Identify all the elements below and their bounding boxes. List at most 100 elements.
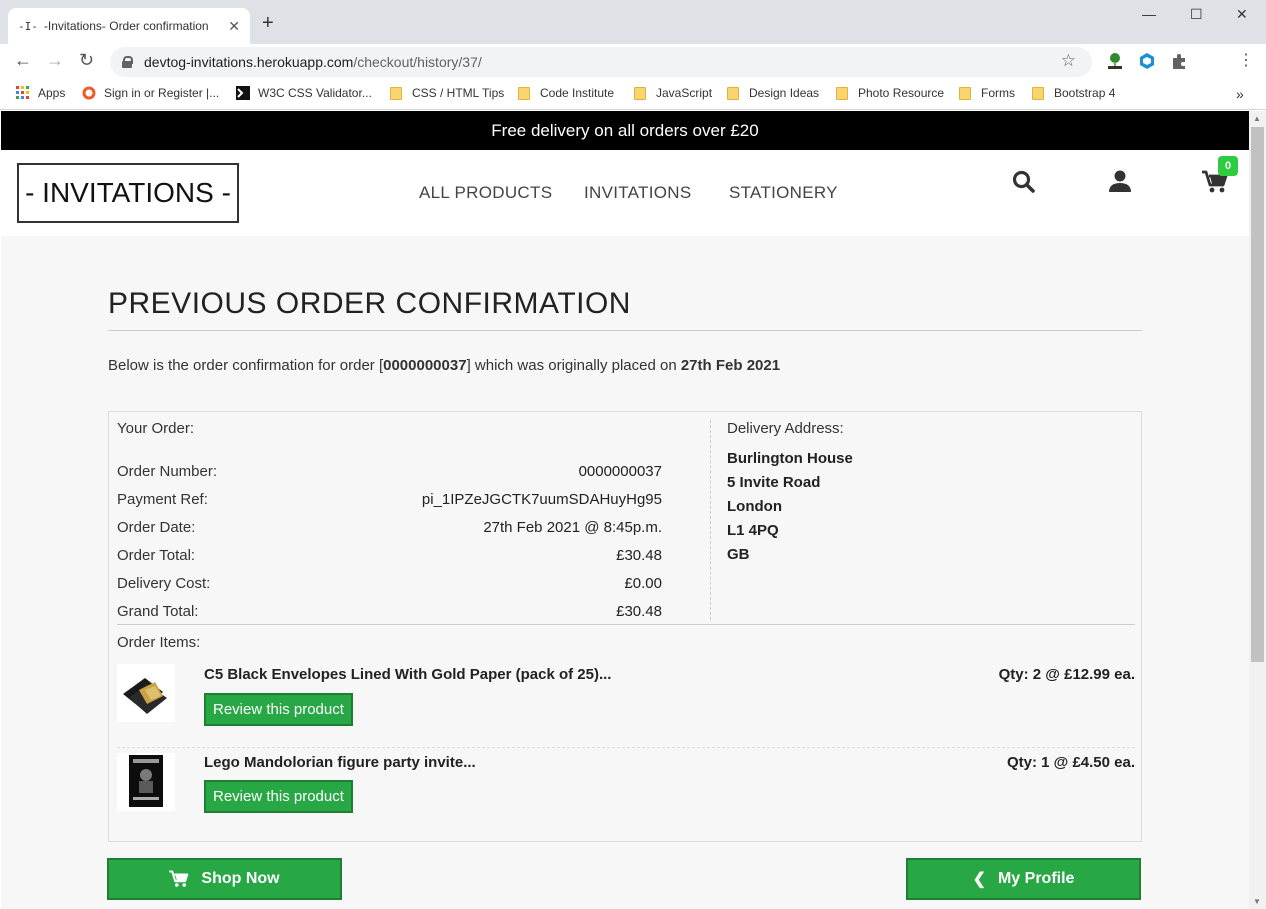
folder-icon xyxy=(727,86,739,100)
maximize-icon[interactable]: ☐ xyxy=(1190,6,1203,23)
apps-grid-icon xyxy=(16,86,29,99)
folder-icon xyxy=(518,86,530,100)
browser-tab[interactable]: -I- -Invitations- Order confirmation ✕ xyxy=(8,8,250,44)
site-logo[interactable]: - INVITATIONS - xyxy=(17,163,239,223)
review-product-button[interactable]: Review this product xyxy=(204,780,353,813)
cart-count-badge: 0 xyxy=(1218,156,1238,176)
bookmark-label: JavaScript xyxy=(656,86,713,100)
bookmarks-overflow[interactable]: » xyxy=(1236,86,1244,102)
web-page: Free delivery on all orders over £20 - I… xyxy=(1,111,1249,909)
folder-icon xyxy=(634,86,646,100)
address-line: GB xyxy=(727,546,750,563)
my-profile-label: My Profile xyxy=(997,870,1075,887)
extensions-puzzle-icon[interactable] xyxy=(1170,52,1188,70)
circle-icon xyxy=(82,86,96,100)
scroll-down-icon[interactable]: ▼ xyxy=(1253,897,1261,906)
back-icon[interactable]: ← xyxy=(14,50,32,71)
bookmark-label: Forms xyxy=(981,86,1015,100)
bookmark-label: Apps xyxy=(38,86,66,100)
order-item: C5 Black Envelopes Lined With Gold Paper… xyxy=(117,664,1135,750)
item-name[interactable]: Lego Mandolorian figure party invite... xyxy=(204,754,476,771)
site-favicon: -I- xyxy=(18,19,38,33)
item-name[interactable]: C5 Black Envelopes Lined With Gold Paper… xyxy=(204,666,611,683)
html-validator-extension-icon[interactable] xyxy=(1106,52,1124,70)
order-items-label: Order Items: xyxy=(117,634,201,651)
field-label: Grand Total: xyxy=(117,603,199,620)
browser-tab-bar: -I- -Invitations- Order confirmation ✕ +… xyxy=(0,0,1266,44)
shop-now-button[interactable]: Shop Now xyxy=(107,858,342,900)
field-label: Payment Ref: xyxy=(117,491,208,508)
order-summary: Your Order: Order Number: 0000000037 Paym… xyxy=(117,420,711,620)
intro-text: Below is the order confirmation for orde… xyxy=(108,357,384,374)
bookmark-bootstrap[interactable]: Bootstrap 4 xyxy=(1032,86,1115,100)
bookmark-label: Code Institute xyxy=(540,86,615,100)
intro-text: ] which was originally placed on xyxy=(466,357,681,374)
my-profile-button[interactable]: ❮ My Profile xyxy=(906,858,1141,900)
order-card: Your Order: Order Number: 0000000037 Paym… xyxy=(108,411,1142,842)
delivery-address: Delivery Address: Burlington House 5 Inv… xyxy=(727,420,1127,567)
nav-stationery[interactable]: STATIONERY xyxy=(729,183,838,203)
field-value: 27th Feb 2021 @ 8:45p.m. xyxy=(483,519,662,536)
field-label: Order Date: xyxy=(117,519,196,536)
bookmark-design-ideas[interactable]: Design Ideas xyxy=(727,86,819,100)
close-tab-icon[interactable]: ✕ xyxy=(228,18,240,35)
address-line: Burlington House xyxy=(727,450,853,467)
bookmark-w3c[interactable]: W3C CSS Validator... xyxy=(236,86,372,100)
page-title: PREVIOUS ORDER CONFIRMATION xyxy=(108,286,1142,331)
tab-title: -Invitations- Order confirmation xyxy=(43,19,209,33)
grand-total-row: Grand Total: £30.48 xyxy=(117,603,662,620)
review-product-button[interactable]: Review this product xyxy=(204,693,353,726)
chevron-left-icon: ❮ xyxy=(972,871,986,888)
delivery-address-label: Delivery Address: xyxy=(727,420,844,437)
bookmark-apps[interactable]: Apps xyxy=(16,86,65,100)
bookmark-css-html-tips[interactable]: CSS / HTML Tips xyxy=(390,86,504,100)
envelope-product-image[interactable] xyxy=(117,664,175,722)
folder-icon xyxy=(836,86,848,100)
address-block: Burlington House 5 Invite Road London L1… xyxy=(727,447,1127,567)
order-intro: Below is the order confirmation for orde… xyxy=(108,357,1142,374)
field-label: Order Number: xyxy=(117,463,218,480)
reload-icon[interactable]: ↻ xyxy=(79,50,94,71)
bookmarks-bar: Apps Sign in or Register |... W3C CSS Va… xyxy=(0,80,1266,110)
cart-icon xyxy=(169,870,189,887)
forward-icon[interactable]: → xyxy=(46,50,64,71)
account-icon[interactable] xyxy=(1108,169,1132,193)
folder-icon xyxy=(390,86,402,100)
bookmark-code-institute[interactable]: Code Institute xyxy=(518,86,614,100)
bookmark-javascript[interactable]: JavaScript xyxy=(634,86,712,100)
address-line: L1 4PQ xyxy=(727,522,779,539)
payment-ref-row: Payment Ref: pi_1IPZeJGCTK7uumSDAHuyHg95 xyxy=(117,491,662,508)
divider xyxy=(117,624,1135,625)
bookmark-photo-resource[interactable]: Photo Resource xyxy=(836,86,944,100)
bookmark-forms[interactable]: Forms xyxy=(959,86,1015,100)
bookmark-label: Bootstrap 4 xyxy=(1054,86,1116,100)
nav-all-products[interactable]: ALL PRODUCTS xyxy=(419,183,552,203)
bookmark-star-icon[interactable]: ☆ xyxy=(1061,51,1076,71)
window-close-icon[interactable]: ✕ xyxy=(1236,6,1248,23)
bookmark-sign-in[interactable]: Sign in or Register |... xyxy=(82,86,219,100)
scroll-up-icon[interactable]: ▲ xyxy=(1253,114,1261,123)
nav-invitations[interactable]: INVITATIONS xyxy=(584,183,692,203)
field-value: £0.00 xyxy=(624,575,662,592)
folder-icon xyxy=(959,86,971,100)
url-host: devtog-invitations.herokuapp.com xyxy=(144,54,354,70)
mandalorian-invite-image[interactable] xyxy=(117,753,175,811)
page-scrollbar[interactable]: ▲ ▼ xyxy=(1249,111,1266,909)
lock-icon xyxy=(122,56,133,68)
order-number-row: Order Number: 0000000037 xyxy=(117,463,662,480)
cube-extension-icon[interactable] xyxy=(1138,52,1156,70)
delivery-banner: Free delivery on all orders over £20 xyxy=(1,111,1249,150)
minimize-icon[interactable]: — xyxy=(1142,6,1156,22)
new-tab-icon[interactable]: + xyxy=(262,12,274,35)
folder-icon xyxy=(1032,86,1044,100)
address-bar[interactable]: devtog-invitations.herokuapp.com/checkou… xyxy=(110,47,1092,77)
scrollbar-thumb[interactable] xyxy=(1251,127,1264,662)
bookmark-label: Sign in or Register |... xyxy=(104,86,220,100)
bookmark-label: W3C CSS Validator... xyxy=(258,86,372,100)
order-item: Lego Mandolorian figure party invite... … xyxy=(117,747,1135,833)
address-line: London xyxy=(727,498,782,515)
search-icon[interactable] xyxy=(1012,170,1036,194)
browser-menu-icon[interactable]: ⋮ xyxy=(1238,50,1254,70)
bookmark-label: Design Ideas xyxy=(749,86,820,100)
bookmark-label: CSS / HTML Tips xyxy=(412,86,505,100)
